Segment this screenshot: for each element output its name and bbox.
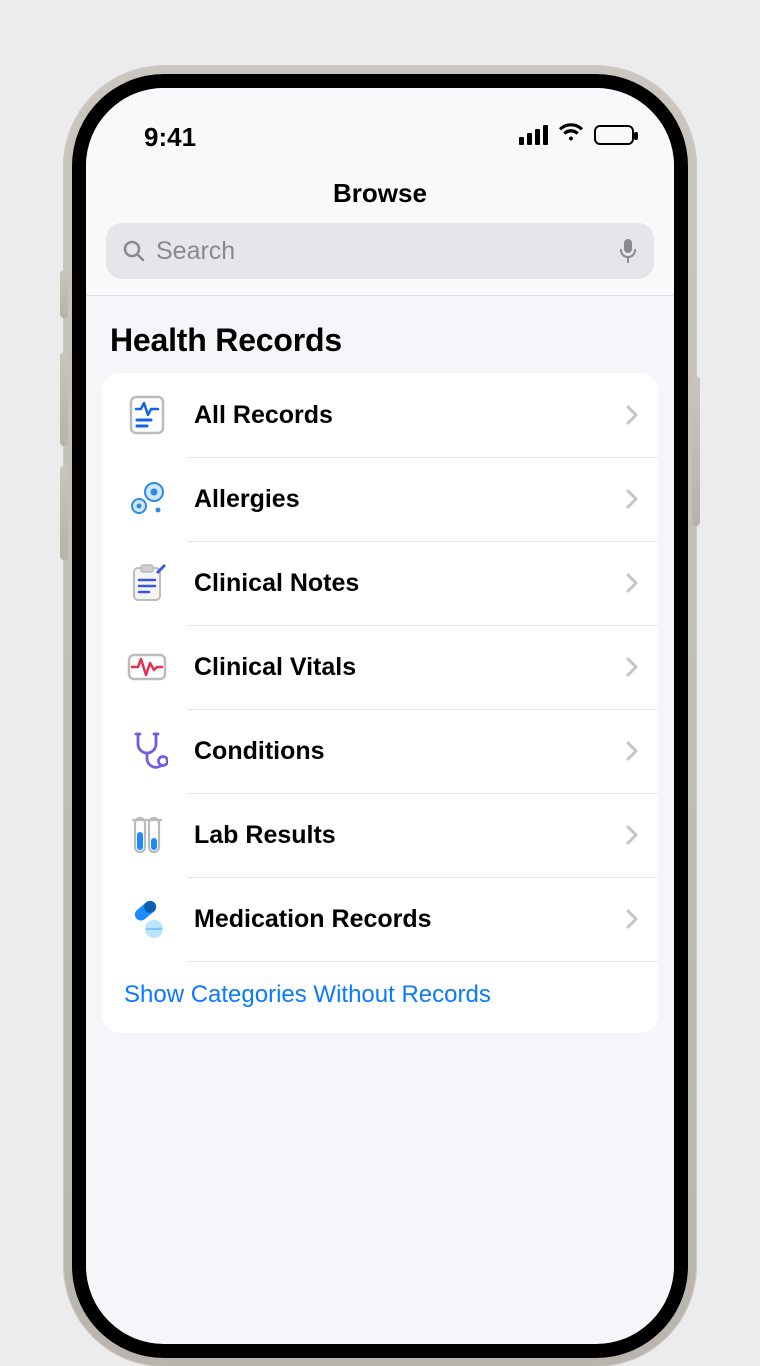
chevron-right-icon [612, 825, 652, 845]
page-title: Browse [86, 178, 674, 209]
search-icon [122, 239, 146, 263]
row-allergies[interactable]: Allergies [102, 457, 658, 541]
row-lab-results[interactable]: Lab Results [102, 793, 658, 877]
row-label: Clinical Notes [194, 569, 612, 598]
status-bar: 9:41 [86, 88, 674, 176]
chevron-right-icon [612, 405, 652, 425]
records-list: All Records Allergies [102, 373, 658, 1033]
status-time: 9:41 [144, 122, 196, 153]
screen: 9:41 Browse [86, 88, 674, 1344]
row-all-records[interactable]: All Records [102, 373, 658, 457]
section-header: Health Records [86, 296, 674, 373]
side-button [60, 270, 68, 318]
clinical-notes-icon [124, 560, 170, 606]
wifi-icon [558, 122, 584, 147]
row-label: Lab Results [194, 821, 612, 850]
search-input[interactable]: Search [106, 223, 654, 279]
battery-icon [594, 125, 634, 145]
chevron-right-icon [612, 909, 652, 929]
search-container: Search [86, 223, 674, 296]
allergies-icon [124, 476, 170, 522]
volume-up-button [60, 352, 68, 446]
status-indicators [519, 122, 634, 147]
phone-frame: 9:41 Browse [64, 66, 696, 1366]
search-placeholder: Search [156, 237, 608, 266]
row-label: Clinical Vitals [194, 653, 612, 682]
chevron-right-icon [612, 657, 652, 677]
row-medication-records[interactable]: Medication Records [102, 877, 658, 961]
volume-down-button [60, 466, 68, 560]
row-label: Conditions [194, 737, 612, 766]
chevron-right-icon [612, 741, 652, 761]
row-label: Allergies [194, 485, 612, 514]
show-categories-link[interactable]: Show Categories Without Records [102, 961, 658, 1033]
row-label: Medication Records [194, 905, 612, 934]
medication-records-icon [124, 896, 170, 942]
row-clinical-notes[interactable]: Clinical Notes [102, 541, 658, 625]
microphone-icon[interactable] [618, 238, 638, 264]
row-label: All Records [194, 401, 612, 430]
power-button [692, 376, 700, 526]
chevron-right-icon [612, 573, 652, 593]
clinical-vitals-icon [124, 644, 170, 690]
lab-results-icon [124, 812, 170, 858]
all-records-icon [124, 392, 170, 438]
cellular-icon [519, 125, 548, 145]
conditions-icon [124, 728, 170, 774]
chevron-right-icon [612, 489, 652, 509]
row-conditions[interactable]: Conditions [102, 709, 658, 793]
row-clinical-vitals[interactable]: Clinical Vitals [102, 625, 658, 709]
navbar: Browse [86, 176, 674, 223]
